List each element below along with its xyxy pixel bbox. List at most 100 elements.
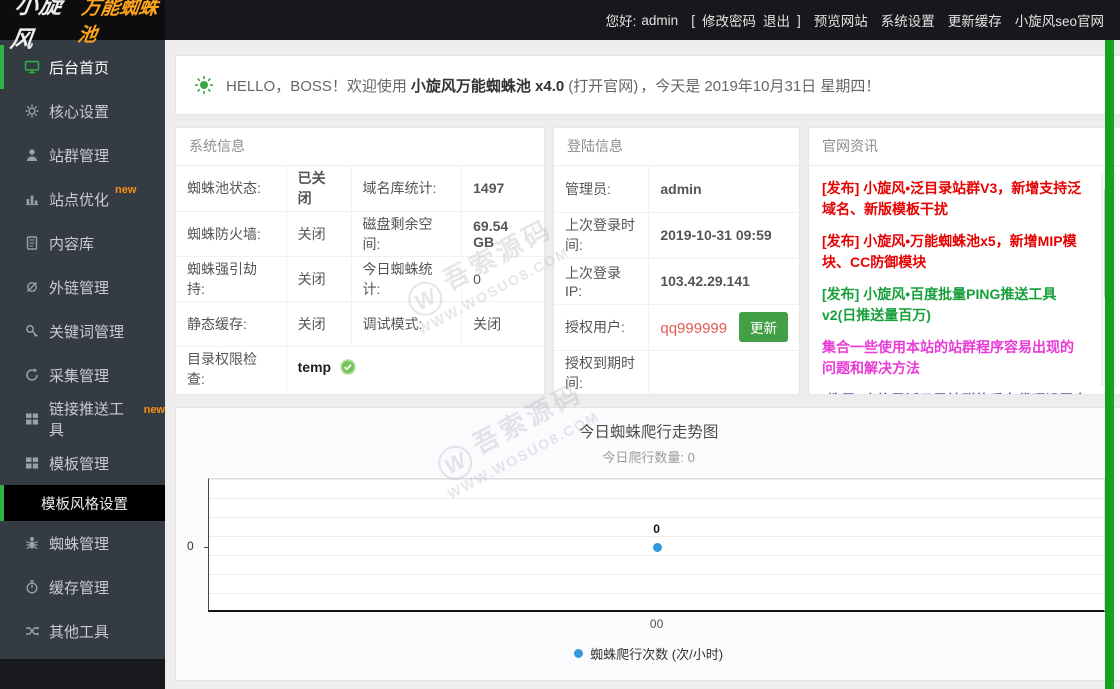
spider-icon xyxy=(24,535,40,551)
preview-site-link[interactable]: 预览网站 xyxy=(814,10,868,30)
bracket-open: [ xyxy=(691,12,695,28)
sidebar-item-core-settings[interactable]: 核心设置 xyxy=(0,89,165,133)
logout-link[interactable]: 退出 xyxy=(763,10,790,30)
sidebar-item-label: 蜘蛛管理 xyxy=(49,535,110,553)
table-row: 上次登录时间: 2019-10-31 09:59 xyxy=(554,212,799,259)
info-label: 蜘蛛强引劫持: xyxy=(176,256,287,302)
domain-count-value: 1497 xyxy=(461,166,544,212)
grid-icon xyxy=(24,455,40,471)
y-axis-tick-mark xyxy=(204,547,209,549)
logo-text-primary: 小旋风 xyxy=(8,0,65,52)
chart-legend: 蜘蛛爬行次数 (次/小时) xyxy=(176,644,1120,663)
sidebar-item-other-tools[interactable]: 其他工具 xyxy=(0,609,165,653)
chart-subtitle: 今日爬行数量: 0 xyxy=(602,450,695,465)
today-spider-count-value: 0 xyxy=(461,256,544,302)
link-icon xyxy=(24,279,40,295)
welcome-suffix: ，今天是 2019年10月31日 星期四！ xyxy=(640,77,881,95)
info-label: 上次登录IP: xyxy=(554,258,650,305)
refresh-cache-link[interactable]: 更新缓存 xyxy=(948,10,1002,30)
news-item[interactable]: [发布] 小旋风•万能蜘蛛池x5，新增MIP模块、CC防御模块 xyxy=(822,231,1087,273)
gear-icon xyxy=(24,103,40,119)
panel-title: 官网资讯 xyxy=(809,128,1120,166)
data-point-label: 0 xyxy=(653,522,660,537)
sidebar-footer xyxy=(0,659,165,689)
welcome-text: HELLO，BOSS！欢迎使用 小旋风万能蜘蛛池 x4.0 (打开官网) ，今天是 2… xyxy=(226,75,880,96)
sidebar-item-label: 缓存管理 xyxy=(49,579,110,597)
spider-crawl-chart-panel: 今日蜘蛛爬行走势图 今日爬行数量: 0 0 0 00 蜘蛛爬行次数 (次/小时) xyxy=(175,407,1120,681)
data-point xyxy=(652,543,662,553)
table-row: 蜘蛛池状态: 已关闭 域名库统计: 1497 xyxy=(176,166,544,212)
login-info-panel: 登陆信息 管理员: admin 上次登录时间: 2019-10-31 09:59… xyxy=(553,127,800,396)
bar-chart-icon xyxy=(24,191,40,207)
open-official-site-link[interactable]: (打开官网) xyxy=(568,78,638,95)
main-content: HELLO，BOSS！欢迎使用 小旋风万能蜘蛛池 x4.0 (打开官网) ，今天是 2… xyxy=(165,40,1120,689)
refresh-icon xyxy=(24,367,40,383)
page-scrollbar[interactable] xyxy=(1105,40,1114,689)
sidebar-item-site-optimize[interactable]: 站点优化 new xyxy=(0,177,165,221)
sidebar-item-label: 关键词管理 xyxy=(49,323,125,341)
panel-title: 登陆信息 xyxy=(554,128,799,166)
sidebar-item-spider[interactable]: 蜘蛛管理 xyxy=(0,521,165,565)
sidebar-item-label: 后台首页 xyxy=(49,59,110,77)
sidebar: 后台首页 核心设置 站群管理 站点优化 new 内容库 外链管理 关键词管理 采… xyxy=(0,40,165,689)
new-badge: new xyxy=(115,184,137,196)
authorized-user-cell: qq999999 更新 xyxy=(648,304,799,351)
sidebar-item-content-library[interactable]: 内容库 xyxy=(0,221,165,265)
sidebar-item-link-push[interactable]: 链接推送工具 new xyxy=(0,397,165,441)
official-site-link[interactable]: 小旋风seo官网 xyxy=(1015,10,1104,30)
sidebar-item-external-links[interactable]: 外链管理 xyxy=(0,265,165,309)
sidebar-item-label: 内容库 xyxy=(49,235,95,253)
sidebar-item-label: 链接推送工具 xyxy=(49,401,125,439)
product-name: 小旋风万能蜘蛛池 x4.0 xyxy=(410,77,565,95)
sidebar-item-cache[interactable]: 缓存管理 xyxy=(0,565,165,609)
news-item[interactable]: [教程] 小旋风泛目录站群的反向代理设置方 xyxy=(822,390,1087,394)
shuffle-icon xyxy=(24,623,40,639)
plot-area: 0 0 xyxy=(187,478,1106,612)
static-cache-status-value: 关闭 xyxy=(286,301,352,347)
sidebar-item-template[interactable]: 模板管理 xyxy=(0,441,165,485)
news-item[interactable]: [发布] 小旋风•泛目录站群V3，新增支持泛域名、新版模板干扰 xyxy=(822,178,1087,220)
table-row: 授权用户: qq999999 更新 xyxy=(554,304,799,351)
firewall-status-value: 关闭 xyxy=(286,211,352,257)
logo-text-secondary: 万能蜘蛛池 xyxy=(76,0,160,46)
sidebar-item-collection[interactable]: 采集管理 xyxy=(0,353,165,397)
disk-space-value: 69.54 GB xyxy=(461,211,544,257)
document-icon xyxy=(24,235,40,251)
new-badge: new xyxy=(143,404,165,416)
sidebar-item-label: 采集管理 xyxy=(49,367,110,385)
admin-name-value: admin xyxy=(648,166,799,213)
grid-icon xyxy=(24,411,40,427)
user-icon xyxy=(24,147,40,163)
table-row: 目录权限检查: temp xyxy=(176,346,544,391)
news-panel: 官网资讯 [发布] 小旋风•泛目录站群V3，新增支持泛域名、新版模板干扰 [发布… xyxy=(808,127,1120,395)
sidebar-subitem-template-style[interactable]: 模板风格设置 xyxy=(0,485,165,521)
news-item[interactable]: 集合一些使用本站的站群程序容易出现的问题和解决方法 xyxy=(822,337,1087,379)
table-row: 上次登录IP: 103.42.29.141 xyxy=(554,258,799,305)
sidebar-item-site-group[interactable]: 站群管理 xyxy=(0,133,165,177)
news-item[interactable]: [发布] 小旋风•百度批量PING推送工具v2(日推送量百万) xyxy=(822,284,1087,326)
info-label: 蜘蛛防火墙: xyxy=(176,211,287,257)
welcome-banner: HELLO，BOSS！欢迎使用 小旋风万能蜘蛛池 x4.0 (打开官网) ，今天是 2… xyxy=(175,55,1120,115)
welcome-prefix: HELLO，BOSS！欢迎使用 xyxy=(226,77,407,95)
topbar: 小旋风 万能蜘蛛池 您好: admin [ 修改密码 退出 ] 预览网站 系统设… xyxy=(0,0,1120,52)
table-row: 管理员: admin xyxy=(554,166,799,213)
change-password-link[interactable]: 修改密码 xyxy=(702,10,756,30)
debug-mode-value: 关闭 xyxy=(461,301,544,347)
x-axis-tick-label: 00 xyxy=(649,617,664,631)
info-label: 静态缓存: xyxy=(176,301,287,347)
app-root: 小旋风 万能蜘蛛池 您好: admin [ 修改密码 退出 ] 预览网站 系统设… xyxy=(0,0,1120,689)
table-row: 蜘蛛防火墙: 关闭 磁盘剩余空间: 69.54 GB xyxy=(176,211,544,257)
info-label: 授权到期时间: xyxy=(554,350,650,396)
auth-expire-value xyxy=(649,350,799,396)
system-settings-link[interactable]: 系统设置 xyxy=(881,10,935,30)
sidebar-item-keywords[interactable]: 关键词管理 xyxy=(0,309,165,353)
app-logo[interactable]: 小旋风 万能蜘蛛池 xyxy=(0,0,165,52)
sidebar-subitem-label: 模板风格设置 xyxy=(41,496,128,513)
panel-title: 系统信息 xyxy=(176,128,544,166)
info-label: 域名库统计: xyxy=(351,166,463,212)
chart-title: 今日蜘蛛爬行走势图 xyxy=(578,424,719,441)
update-button[interactable]: 更新 xyxy=(739,312,788,342)
bracket-close: ] xyxy=(796,12,801,28)
y-axis-tick-label: 0 xyxy=(187,539,194,554)
hijack-status-value: 关闭 xyxy=(286,256,352,302)
